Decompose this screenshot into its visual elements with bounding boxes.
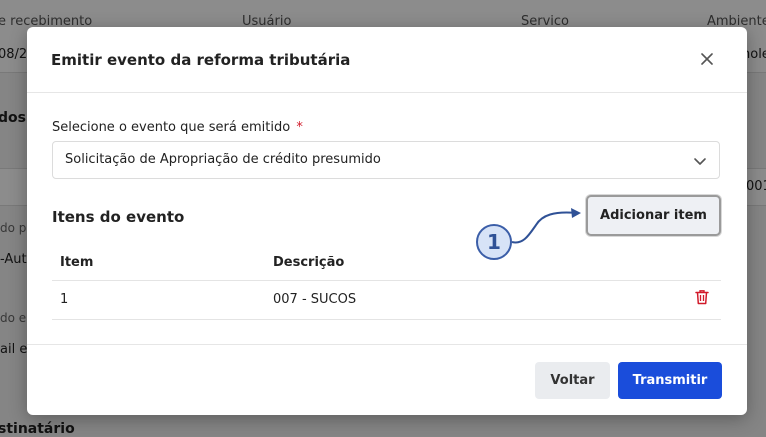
cell-description: 007 - SUCOS xyxy=(273,292,357,307)
emit-event-modal: Emitir evento da reforma tributária Sele… xyxy=(27,27,747,415)
chevron-down-icon xyxy=(694,158,706,165)
column-header-description: Descrição xyxy=(273,255,345,270)
required-mark: * xyxy=(296,120,303,135)
items-table-header: Item Descrição xyxy=(52,247,721,280)
event-select[interactable]: Solicitação de Apropriação de crédito pr… xyxy=(52,141,720,179)
arrow-annotation xyxy=(511,208,581,244)
modal-header-divider xyxy=(27,92,747,93)
cell-item: 1 xyxy=(60,292,69,307)
close-button[interactable] xyxy=(697,49,717,69)
modal-footer-divider xyxy=(27,344,747,345)
table-divider xyxy=(52,319,721,320)
event-select-value: Solicitação de Apropriação de crédito pr… xyxy=(65,152,381,167)
modal-title: Emitir evento da reforma tributária xyxy=(51,51,351,69)
items-section-title: Itens do evento xyxy=(52,208,185,226)
event-select-label: Selecione o evento que será emitido * xyxy=(52,120,303,135)
column-header-item: Item xyxy=(60,255,94,270)
event-select-label-text: Selecione o evento que será emitido xyxy=(52,120,291,135)
add-item-button[interactable]: Adicionar item xyxy=(586,195,721,236)
table-row: 1 007 - SUCOS xyxy=(52,281,721,319)
trash-icon[interactable] xyxy=(695,289,709,305)
transmit-button[interactable]: Transmitir xyxy=(618,362,722,399)
back-button[interactable]: Voltar xyxy=(535,362,610,399)
close-icon xyxy=(701,53,713,65)
